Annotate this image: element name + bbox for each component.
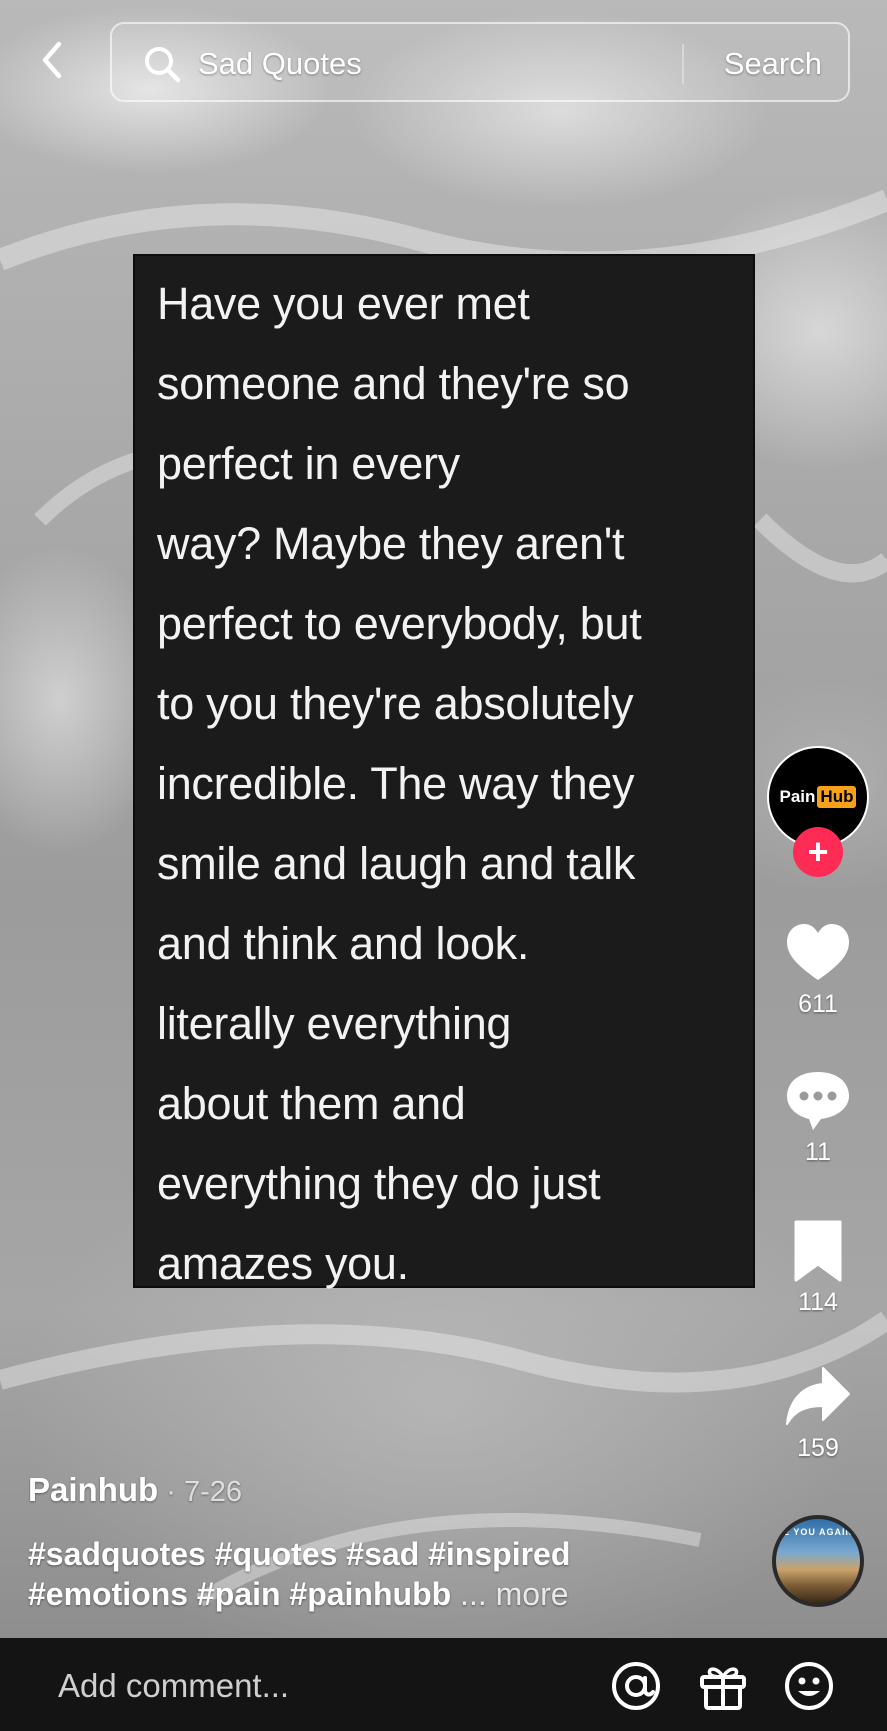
at-mention-icon[interactable] xyxy=(610,1660,662,1712)
quote-text: Have you ever met someone and they're so… xyxy=(157,264,747,1304)
music-disc-label: E YOU AGAIN xyxy=(782,1527,853,1537)
quote-line: smile and laugh and talk xyxy=(157,838,636,889)
quote-line: about them and xyxy=(157,1078,466,1129)
bookmark-icon xyxy=(794,1220,842,1282)
avatar-logo-badge: Hub xyxy=(817,786,857,808)
comment-button[interactable]: 11 xyxy=(767,1068,869,1167)
like-count: 611 xyxy=(798,990,838,1018)
add-comment-input[interactable]: Add comment... xyxy=(58,1666,289,1706)
heart-icon xyxy=(787,924,849,980)
quote-line: and think and look. xyxy=(157,918,530,969)
comment-count: 11 xyxy=(805,1138,831,1166)
share-arrow-icon xyxy=(786,1367,850,1425)
search-icon xyxy=(145,47,181,83)
author-name[interactable]: Painhub xyxy=(28,1471,158,1508)
music-disc[interactable]: E YOU AGAIN xyxy=(772,1515,864,1607)
quote-line: incredible. The way they xyxy=(157,758,635,809)
quote-line: amazes you. xyxy=(157,1238,409,1289)
quote-card: Have you ever met someone and they're so… xyxy=(133,254,755,1289)
quote-line: someone and they're so xyxy=(157,358,630,409)
post-date: · 7-26 xyxy=(158,1476,242,1508)
quote-line: Have you ever met xyxy=(157,278,530,329)
search-bar[interactable]: Sad Quotes Search xyxy=(110,22,850,102)
follow-button[interactable]: + xyxy=(793,827,843,877)
chevron-left-icon xyxy=(42,41,62,79)
plus-icon: + xyxy=(807,831,829,872)
quote-line: to you they're absolutely xyxy=(157,678,634,729)
quote-line: perfect in every xyxy=(157,438,460,489)
quote-line: perfect to everybody, but xyxy=(157,598,642,649)
gift-icon[interactable] xyxy=(697,1660,749,1712)
back-button[interactable] xyxy=(30,38,74,82)
bookmark-button[interactable]: 114 xyxy=(767,1218,869,1317)
search-button[interactable]: Search xyxy=(724,44,822,84)
share-button[interactable]: 159 xyxy=(767,1364,869,1463)
like-button[interactable]: 611 xyxy=(767,920,869,1019)
caption-hashtags-line-1[interactable]: #sadquotes #quotes #sad #inspired xyxy=(28,1534,668,1574)
search-divider xyxy=(682,44,684,84)
avatar-logo-text: Pain xyxy=(779,787,816,806)
caption: #sadquotes #quotes #sad #inspired #emoti… xyxy=(28,1534,668,1614)
caption-line-2: #emotions #pain #painhubb ... more xyxy=(28,1574,668,1614)
caption-hashtags-line-2[interactable]: #emotions #pain #painhubb xyxy=(28,1576,451,1612)
emoji-icon[interactable] xyxy=(783,1660,835,1712)
more-button[interactable]: ... more xyxy=(451,1576,568,1612)
comment-bar: Add comment... xyxy=(0,1638,887,1731)
quote-line: literally everything xyxy=(157,998,512,1049)
quote-line: way? Maybe they aren't xyxy=(157,518,625,569)
search-query[interactable]: Sad Quotes xyxy=(198,44,362,84)
comment-bubble-icon xyxy=(787,1072,849,1130)
share-count: 159 xyxy=(797,1434,839,1462)
quote-line: everything they do just xyxy=(157,1158,601,1209)
author-line: Painhub · 7-26 xyxy=(28,1468,242,1514)
bookmark-count: 114 xyxy=(798,1288,838,1316)
